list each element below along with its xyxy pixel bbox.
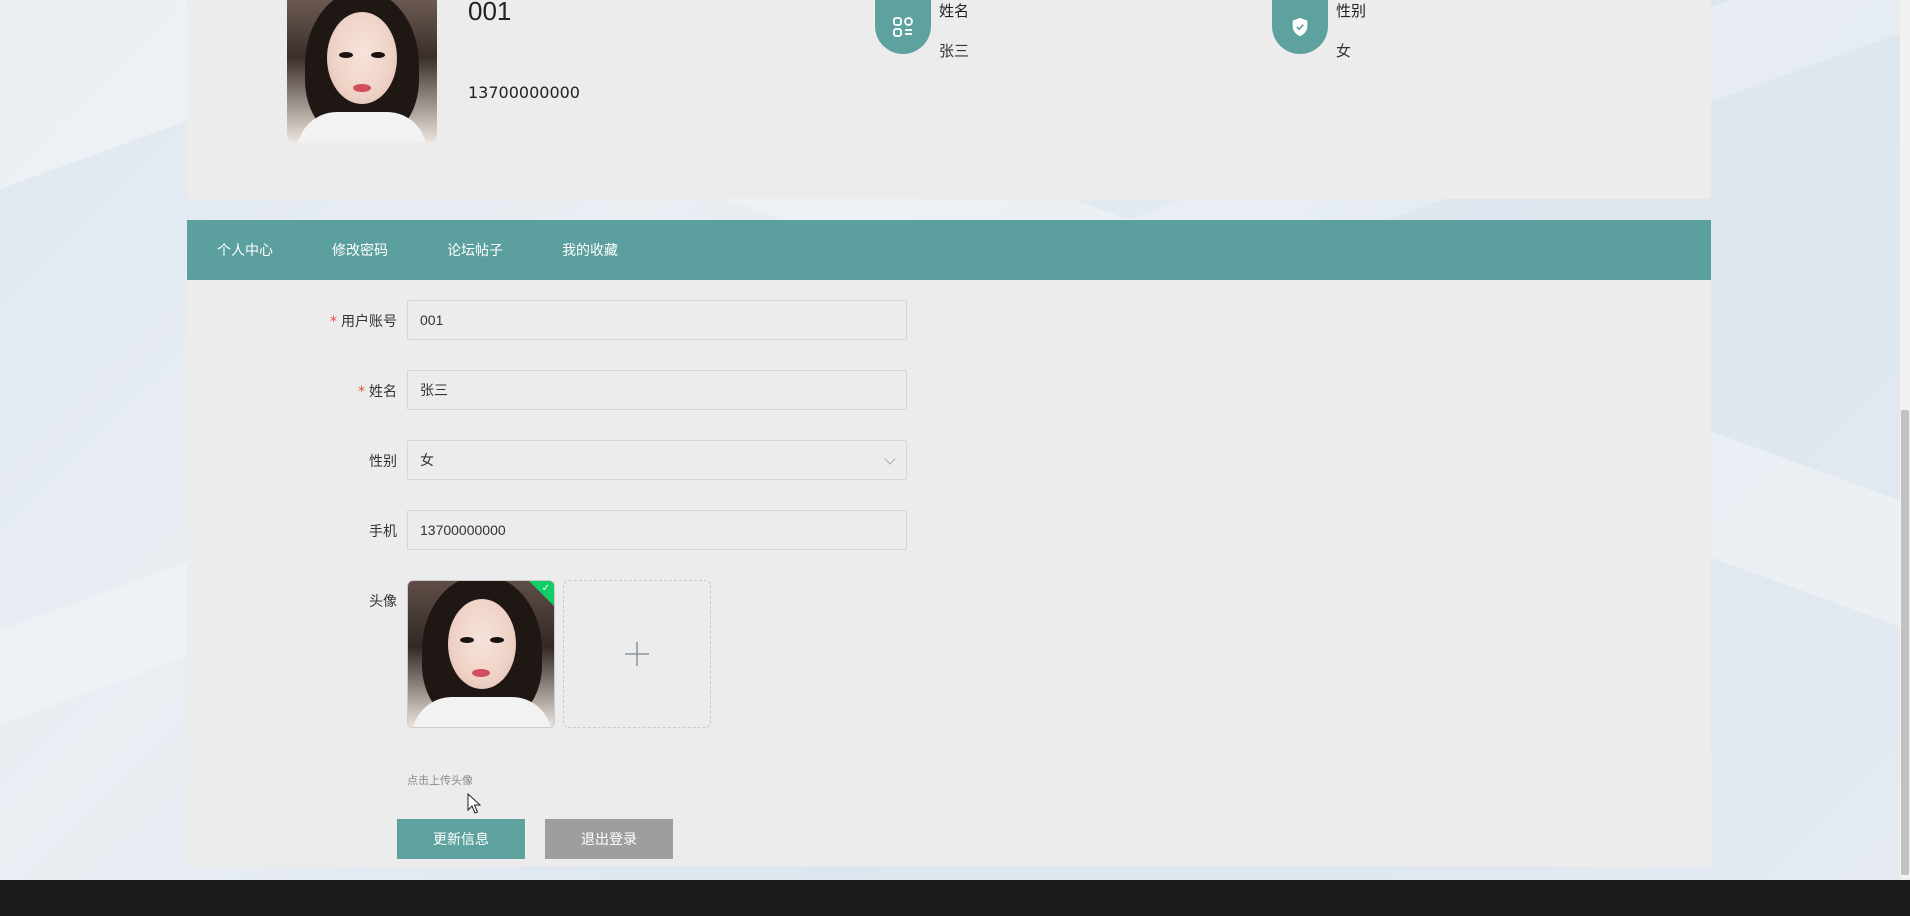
profile-card: 001 13700000000 姓名 张三 性别 女 — [187, 0, 1711, 199]
nav-item-forum-posts[interactable]: 论坛帖子 — [447, 240, 503, 260]
profile-name-value: 张三 — [939, 42, 970, 60]
nav-item-personal-center[interactable]: 个人中心 — [217, 240, 273, 260]
plus-icon — [625, 642, 649, 666]
taskbar — [0, 880, 1910, 916]
update-info-button[interactable]: 更新信息 — [397, 819, 525, 859]
profile-avatar — [287, 0, 437, 143]
gender-select-value: 女 — [420, 452, 434, 468]
upload-tip: 点击上传头像 — [407, 774, 473, 787]
avatar-label: 头像 — [369, 594, 397, 610]
uploaded-avatar-thumbnail[interactable]: ✓ — [407, 580, 555, 728]
account-input[interactable]: 001 — [407, 300, 907, 340]
profile-name-label: 姓名 — [939, 2, 970, 20]
logout-button[interactable]: 退出登录 — [545, 819, 673, 859]
center-nav: 个人中心 修改密码 论坛帖子 我的收藏 — [187, 220, 1711, 280]
mouse-cursor-icon — [467, 793, 481, 814]
name-label: * 姓名 — [358, 384, 397, 400]
scrollbar-thumb[interactable] — [1901, 410, 1909, 875]
name-input[interactable]: 张三 — [407, 370, 907, 410]
chevron-down-icon — [884, 453, 896, 465]
profile-phone: 13700000000 — [468, 83, 580, 102]
phone-label: 手机 — [369, 524, 397, 540]
account-label: * 用户账号 — [330, 314, 397, 330]
shield-check-icon — [1272, 0, 1328, 54]
gender-label: 性别 — [369, 454, 397, 470]
upload-avatar-button[interactable] — [563, 580, 711, 728]
nav-item-my-favorites[interactable]: 我的收藏 — [562, 240, 618, 260]
grid-apps-icon — [875, 0, 931, 54]
profile-gender-label: 性别 — [1336, 2, 1367, 20]
check-icon: ✓ — [541, 583, 550, 594]
profile-form: * 用户账号 001 * 姓名 张三 性别 女 手机 13700000000 头像 … — [187, 280, 1711, 866]
phone-input[interactable]: 13700000000 — [407, 510, 907, 550]
nav-item-change-password[interactable]: 修改密码 — [332, 240, 388, 260]
gender-select[interactable]: 女 — [407, 440, 907, 480]
profile-account: 001 — [468, 0, 512, 26]
profile-gender-value: 女 — [1336, 42, 1352, 60]
